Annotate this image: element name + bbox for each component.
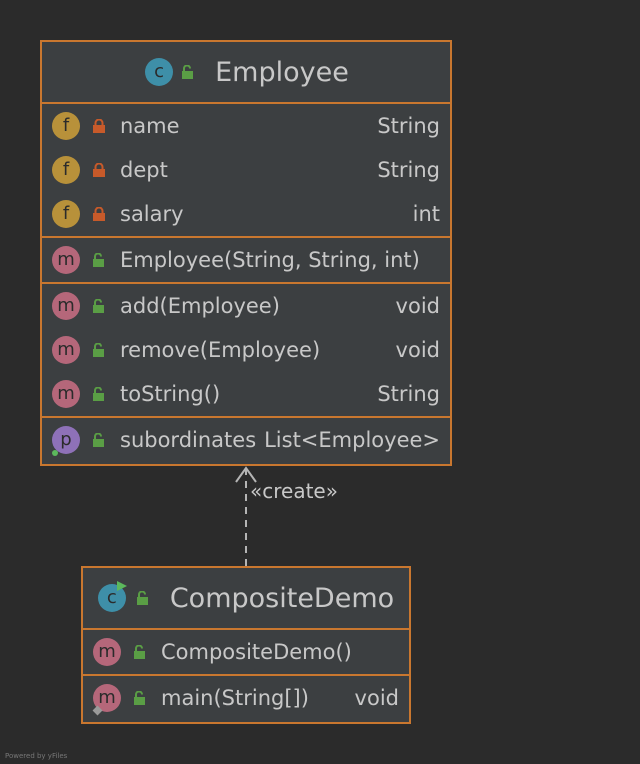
field-name: name: [120, 114, 180, 138]
constructor-row[interactable]: m CompositeDemo(): [83, 630, 409, 674]
unlocked-icon: [182, 65, 194, 79]
class-icons: c: [143, 57, 203, 87]
private-lock-icon: [93, 163, 105, 177]
field-type: String: [377, 158, 440, 182]
powered-by-footer: Powered by yFiles: [5, 752, 68, 760]
method-name: main(String[]): [161, 686, 309, 710]
method-row-tostring[interactable]: m toString() String: [42, 372, 450, 416]
method-icon: m: [52, 246, 80, 274]
method-return-type: void: [395, 294, 440, 318]
employee-properties-section: p subordinates List<Employee>: [42, 418, 450, 462]
field-icon: f: [52, 200, 80, 228]
property-type: List<Employee>: [264, 428, 440, 452]
method-icon: m: [52, 380, 80, 408]
method-name: toString(): [120, 382, 221, 406]
employee-class[interactable]: c Employee f name String f dept String f…: [40, 40, 452, 466]
field-row-salary[interactable]: f salary int: [42, 192, 450, 236]
method-icon: m: [52, 292, 80, 320]
method-name: remove(Employee): [120, 338, 321, 362]
public-lock-icon: [93, 387, 104, 401]
employee-class-title: Employee: [215, 56, 349, 88]
field-row-name[interactable]: f name String: [42, 104, 450, 148]
method-name: add(Employee): [120, 294, 280, 318]
field-icon: f: [52, 156, 80, 184]
field-type: int: [412, 202, 440, 226]
method-row-add[interactable]: m add(Employee) void: [42, 284, 450, 328]
method-return-type: void: [354, 686, 399, 710]
constructor-name: CompositeDemo(): [161, 640, 352, 664]
property-name: subordinates: [120, 428, 257, 452]
employee-fields-section: f name String f dept String f salary int: [42, 104, 450, 238]
field-icon: f: [52, 112, 80, 140]
method-icon: m: [52, 336, 80, 364]
constructor-name: Employee(String, String, int): [120, 248, 420, 272]
getter-dot-icon: [52, 450, 58, 456]
compositedemo-class-title: CompositeDemo: [169, 582, 395, 614]
public-lock-icon: [93, 433, 104, 447]
method-return-type: void: [395, 338, 440, 362]
field-row-dept[interactable]: f dept String: [42, 148, 450, 192]
field-type: String: [377, 114, 440, 138]
method-row-remove[interactable]: m remove(Employee) void: [42, 328, 450, 372]
public-lock-icon: [93, 299, 104, 313]
class-icon: c: [145, 58, 174, 86]
field-name: salary: [120, 202, 184, 226]
public-lock-icon: [134, 645, 145, 659]
run-marker-icon: [116, 581, 127, 591]
constructor-row[interactable]: m Employee(String, String, int): [42, 238, 450, 282]
field-name: dept: [120, 158, 168, 182]
create-dependency-arrow: [235, 466, 257, 566]
public-lock-icon: [93, 253, 104, 267]
employee-class-header: c Employee: [42, 42, 450, 104]
class-icons: c: [97, 581, 158, 613]
method-row-main[interactable]: m main(String[]) void: [83, 676, 409, 720]
private-lock-icon: [93, 119, 105, 133]
create-relation-label: «create»: [250, 479, 338, 503]
compositedemo-class[interactable]: c CompositeDemo m CompositeDemo() m main…: [81, 566, 411, 724]
method-return-type: String: [377, 382, 440, 406]
unlocked-icon: [136, 591, 148, 605]
employee-constructors-section: m Employee(String, String, int): [42, 238, 450, 284]
method-icon: m: [93, 638, 121, 666]
compositedemo-class-header: c CompositeDemo: [83, 568, 409, 630]
public-lock-icon: [93, 343, 104, 357]
private-lock-icon: [93, 207, 105, 221]
public-lock-icon: [134, 691, 145, 705]
compositedemo-constructors-section: m CompositeDemo(): [83, 630, 409, 676]
compositedemo-methods-section: m main(String[]) void: [83, 676, 409, 720]
property-row-subordinates[interactable]: p subordinates List<Employee>: [42, 418, 450, 462]
employee-methods-section: m add(Employee) void m remove(Employee) …: [42, 284, 450, 418]
